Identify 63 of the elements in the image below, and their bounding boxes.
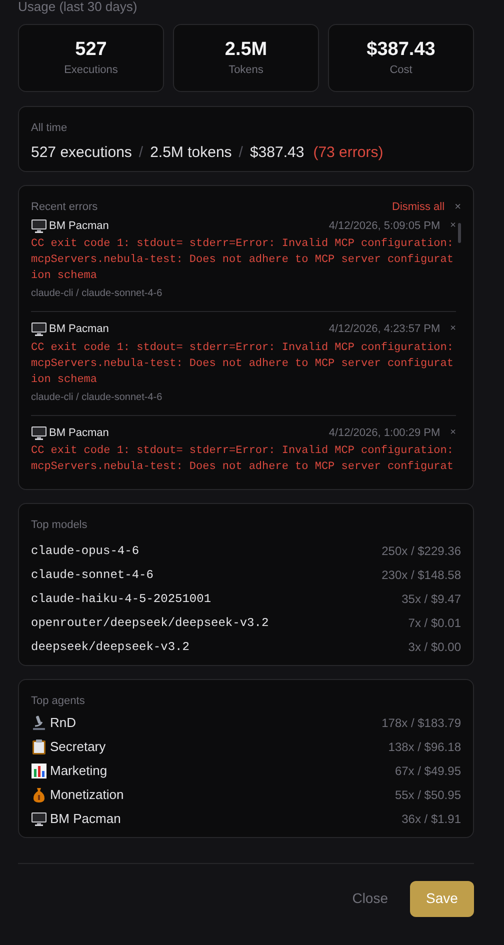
- error-message: CC exit code 1: stdout= stderr=Error: Invalid MCP configuration: mcpServers.nebula-test: Does not adhere to MCP server configuration schema: [31, 340, 454, 388]
- total-text: $387.43: [250, 142, 304, 162]
- error-meta: claude-cli / claude-sonnet-4-6: [31, 390, 164, 404]
- money-bag-icon: [31, 787, 47, 803]
- card-title: Recent errors: [31, 200, 98, 215]
- error-meta: claude-cli / claude-sonnet-4-6: [31, 287, 164, 301]
- dismiss-all-link[interactable]: Dismiss all: [392, 199, 445, 216]
- model-usage: 7x / $0.01: [408, 614, 461, 632]
- model-name: claude-opus-4-6: [31, 542, 140, 560]
- computer-icon: [31, 322, 47, 336]
- error-time: 4/12/2026, 1:00:29 PM: [328, 426, 440, 440]
- model-usage: 3x / $0.00: [408, 638, 461, 656]
- agent-usage: 36x / $1.91: [402, 811, 461, 828]
- clipboard-icon: [31, 739, 47, 755]
- separator: /: [238, 142, 243, 162]
- stat-label: Tokens: [228, 62, 264, 78]
- model-usage: 230x / $148.58: [382, 566, 461, 584]
- agent-name: BM Pacman: [49, 218, 109, 234]
- agent-name: Secretary: [50, 738, 106, 756]
- total-text: 527 executions: [31, 142, 132, 162]
- error-message: CC exit code 1: stdout= stderr=Error: Invalid MCP configuration: mcpServers.nebula-test: Does not adhere to MCP server configuration schema: [31, 237, 454, 284]
- agent-name: BM Pacman: [50, 810, 121, 828]
- agent-name: RnD: [50, 714, 76, 732]
- computer-icon: [31, 426, 47, 440]
- error-time: 4/12/2026, 5:09:05 PM: [328, 218, 440, 234]
- error-message: CC exit code 1: stdout= stderr=Error: Invalid MCP configuration: mcpServers.nebula-test: Does not adhere to MCP server configurat: [31, 444, 454, 475]
- model-name: claude-sonnet-4-6: [31, 566, 154, 584]
- computer-icon: [31, 218, 47, 233]
- stat-label: Executions: [64, 62, 118, 78]
- card-title: All time: [31, 121, 68, 136]
- agent-name: BM Pacman: [49, 426, 109, 440]
- close-button[interactable]: ×: [450, 324, 456, 334]
- stat-label: Cost: [390, 62, 412, 78]
- separator: /: [138, 142, 144, 162]
- agent-usage: 67x / $49.95: [394, 763, 461, 780]
- model-name: deepseek/deepseek-v3.2: [31, 638, 190, 656]
- agent-usage: 138x / $96.18: [388, 739, 461, 756]
- close-button[interactable]: ×: [450, 428, 456, 438]
- agent-name: Monetization: [50, 786, 124, 804]
- model-usage: 35x / $9.47: [402, 590, 461, 608]
- close-button[interactable]: ×: [454, 202, 461, 213]
- total-text: 2.5M tokens: [150, 142, 232, 162]
- agent-name: Marketing: [50, 762, 108, 780]
- model-name: openrouter/deepseek/deepseek-v3.2: [31, 614, 269, 632]
- close-button[interactable]: Close: [348, 880, 392, 917]
- error-time: 4/12/2026, 4:23:57 PM: [328, 322, 440, 337]
- agent-name: BM Pacman: [49, 322, 109, 337]
- model-name: claude-haiku-4-5-20251001: [31, 590, 212, 608]
- stat-value: $387.43: [366, 38, 436, 62]
- section-title: Usage (last 30 days): [18, 0, 138, 15]
- agent-usage: 55x / $50.95: [394, 787, 461, 804]
- stat-value: 527: [75, 38, 107, 62]
- stat-value: 2.5M: [224, 38, 268, 62]
- scrollbar-thumb: [458, 223, 461, 243]
- computer-icon: [31, 812, 47, 826]
- agent-usage: 178x / $183.79: [382, 715, 461, 732]
- save-button[interactable]: Save: [410, 880, 474, 916]
- model-usage: 250x / $229.36: [382, 542, 461, 560]
- bar-chart-icon: [31, 763, 47, 779]
- error-count: (73 errors): [313, 142, 384, 162]
- card-title: Top agents: [31, 694, 86, 708]
- close-button[interactable]: ×: [450, 220, 456, 231]
- card-title: Top models: [31, 518, 88, 533]
